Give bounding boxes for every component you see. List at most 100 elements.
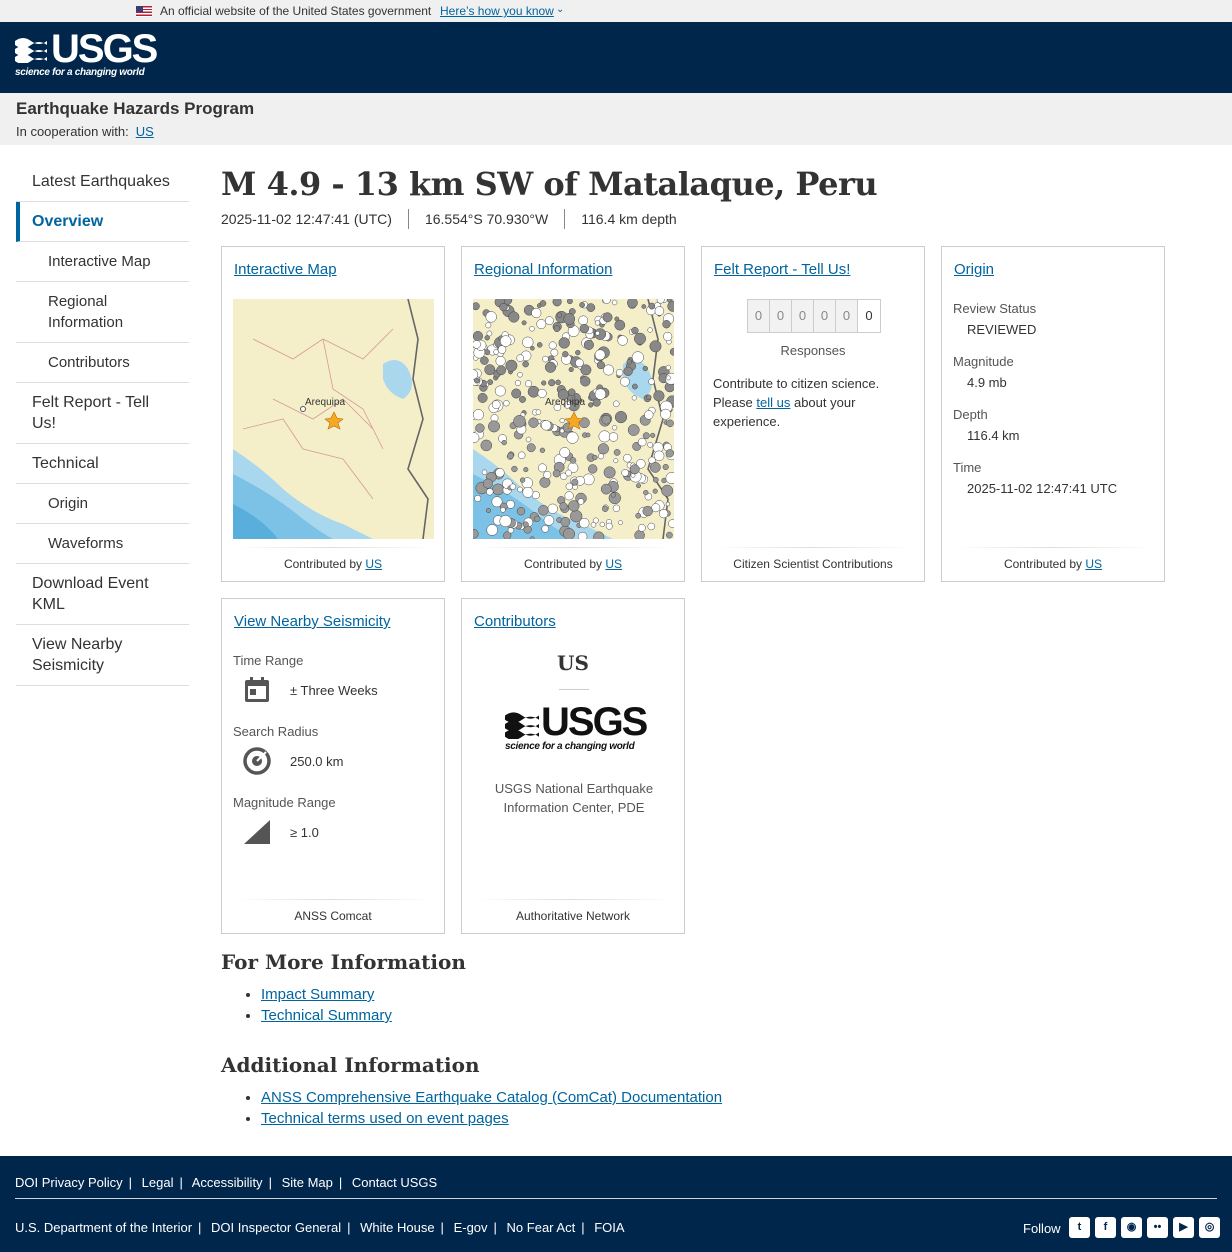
earthquake-marker <box>652 488 658 494</box>
origin-contributor-link[interactable]: US <box>1085 557 1102 571</box>
technical-terms-link[interactable]: Technical terms used on event pages <box>261 1110 509 1127</box>
interactive-map-card[interactable]: Interactive Map Arequipa Contributed by … <box>221 246 445 582</box>
us-flag-icon <box>136 6 152 17</box>
nav-view-nearby-seismicity[interactable]: View Nearby Seismicity <box>16 625 189 686</box>
footer-link-white-house[interactable]: White House <box>360 1220 434 1235</box>
twitter-icon[interactable]: t <box>1069 1217 1090 1238</box>
footer-link-foia[interactable]: FOIA <box>594 1220 624 1235</box>
earthquake-marker <box>513 415 526 428</box>
earthquake-marker <box>613 458 619 464</box>
interactive-map-image[interactable]: Arequipa <box>233 299 434 539</box>
regional-information-link[interactable]: Regional Information <box>474 261 612 278</box>
earthquake-marker <box>559 447 571 458</box>
contributors-footer: Authoritative Network <box>462 899 684 933</box>
footer-link-egov[interactable]: E-gov <box>454 1220 488 1235</box>
earthquake-marker <box>585 432 591 438</box>
cooperation-link[interactable]: US <box>136 124 154 139</box>
earthquake-marker <box>642 365 648 372</box>
felt-description: Contribute to citizen science. Please te… <box>713 376 880 429</box>
origin-link[interactable]: Origin <box>954 261 994 278</box>
earthquake-marker <box>545 316 554 326</box>
earthquake-marker <box>665 364 672 371</box>
felt-report-link[interactable]: Felt Report - Tell Us! <box>714 261 850 278</box>
follow-label: Follow <box>1023 1221 1061 1236</box>
earthquake-marker <box>649 462 661 473</box>
nav-contributors[interactable]: Contributors <box>16 343 189 383</box>
usgs-waves-icon <box>15 38 47 63</box>
impact-summary-link[interactable]: Impact Summary <box>261 986 374 1003</box>
instagram-icon[interactable]: ◎ <box>1199 1217 1220 1238</box>
interactive-map-footer: Contributed by US <box>222 547 444 581</box>
earthquake-marker <box>563 313 576 325</box>
earthquake-marker <box>499 335 512 347</box>
nav-technical[interactable]: Technical <box>16 444 189 484</box>
earthquake-marker <box>598 430 611 443</box>
earthquake-marker <box>621 469 629 477</box>
earthquake-marker <box>531 307 542 319</box>
earthquake-marker <box>538 505 549 516</box>
regional-information-card[interactable]: Regional Information Arequipa Contribute… <box>461 246 685 582</box>
earthquake-marker <box>645 394 652 401</box>
contributors-card[interactable]: Contributors US USGS science for a chang… <box>461 598 685 934</box>
event-location: 16.554°S 70.930°W <box>407 209 564 229</box>
earthquake-marker <box>583 339 594 350</box>
interactive-map-link[interactable]: Interactive Map <box>234 261 337 278</box>
earthquake-marker <box>488 420 500 433</box>
earthquake-marker <box>539 447 546 453</box>
youtube-icon[interactable]: ▶ <box>1173 1217 1194 1238</box>
footer-link-privacy[interactable]: DOI Privacy Policy <box>15 1175 123 1190</box>
calendar-icon <box>245 677 269 702</box>
event-title: M 4.9 - 13 km SW of Matalaque, Peru <box>221 165 878 203</box>
footer-link-contact[interactable]: Contact USGS <box>352 1175 437 1190</box>
earthquake-marker <box>522 521 529 528</box>
nav-regional-information[interactable]: Regional Information <box>16 282 189 343</box>
earthquake-marker <box>516 507 526 516</box>
earthquake-marker <box>642 432 650 440</box>
earthquake-marker <box>485 322 492 329</box>
footer-link-legal[interactable]: Legal <box>142 1175 174 1190</box>
nav-interactive-map[interactable]: Interactive Map <box>16 242 189 282</box>
footer-link-doi[interactable]: U.S. Department of the Interior <box>15 1220 192 1235</box>
footer-link-site-map[interactable]: Site Map <box>282 1175 333 1190</box>
earthquake-marker <box>536 342 543 348</box>
interactive-map-contributor-link[interactable]: US <box>365 557 382 571</box>
regional-map-image[interactable]: Arequipa <box>473 299 674 539</box>
heres-how-you-know-link[interactable]: Here’s how you know <box>440 4 554 18</box>
earthquake-marker <box>534 515 541 522</box>
facebook-icon[interactable]: f <box>1095 1217 1116 1238</box>
earthquake-marker <box>637 437 647 447</box>
earthquake-marker <box>623 453 632 463</box>
footer-link-inspector-general[interactable]: DOI Inspector General <box>211 1220 341 1235</box>
technical-summary-link[interactable]: Technical Summary <box>261 1007 392 1024</box>
flickr-icon[interactable]: •• <box>1147 1217 1168 1238</box>
nearby-seismicity-link[interactable]: View Nearby Seismicity <box>234 613 390 630</box>
nav-overview[interactable]: Overview <box>16 202 189 242</box>
nav-origin[interactable]: Origin <box>16 484 189 524</box>
footer-link-no-fear-act[interactable]: No Fear Act <box>507 1220 576 1235</box>
earthquake-marker <box>541 420 552 431</box>
felt-report-card[interactable]: Felt Report - Tell Us! 0 0 0 0 0 0 Respo… <box>701 246 925 582</box>
network-code: US <box>557 651 589 675</box>
nav-download-kml[interactable]: Download Event KML <box>16 564 189 625</box>
earthquake-marker <box>648 378 655 385</box>
footer-links-primary: DOI Privacy Policy | Legal | Accessibility… <box>15 1175 438 1190</box>
origin-card[interactable]: Origin Review Status REVIEWED Magnitude … <box>941 246 1165 582</box>
tell-us-link[interactable]: tell us <box>756 395 790 410</box>
nav-waveforms[interactable]: Waveforms <box>16 524 189 564</box>
contributors-link[interactable]: Contributors <box>474 613 556 630</box>
nav-latest-earthquakes[interactable]: Latest Earthquakes <box>16 162 189 202</box>
earthquake-marker <box>634 530 645 539</box>
additional-information-section: Additional Information ANSS Comprehensiv… <box>221 1053 1181 1129</box>
nearby-seismicity-card[interactable]: View Nearby Seismicity Time Range ± Thre… <box>221 598 445 934</box>
comcat-documentation-link[interactable]: ANSS Comprehensive Earthquake Catalog (C… <box>261 1089 722 1106</box>
earthquake-marker <box>523 467 529 473</box>
chevron-down-icon[interactable]: ⌄ <box>556 4 564 15</box>
footer-link-accessibility[interactable]: Accessibility <box>192 1175 263 1190</box>
nav-felt-report[interactable]: Felt Report - Tell Us! <box>16 383 189 444</box>
program-name[interactable]: Earthquake Hazards Program <box>16 99 254 119</box>
regional-contributor-link[interactable]: US <box>605 557 622 571</box>
earthquake-marker <box>592 398 601 407</box>
earthquake-marker <box>563 528 576 539</box>
github-icon[interactable]: ◉ <box>1121 1217 1142 1238</box>
earthquake-marker <box>548 379 556 387</box>
